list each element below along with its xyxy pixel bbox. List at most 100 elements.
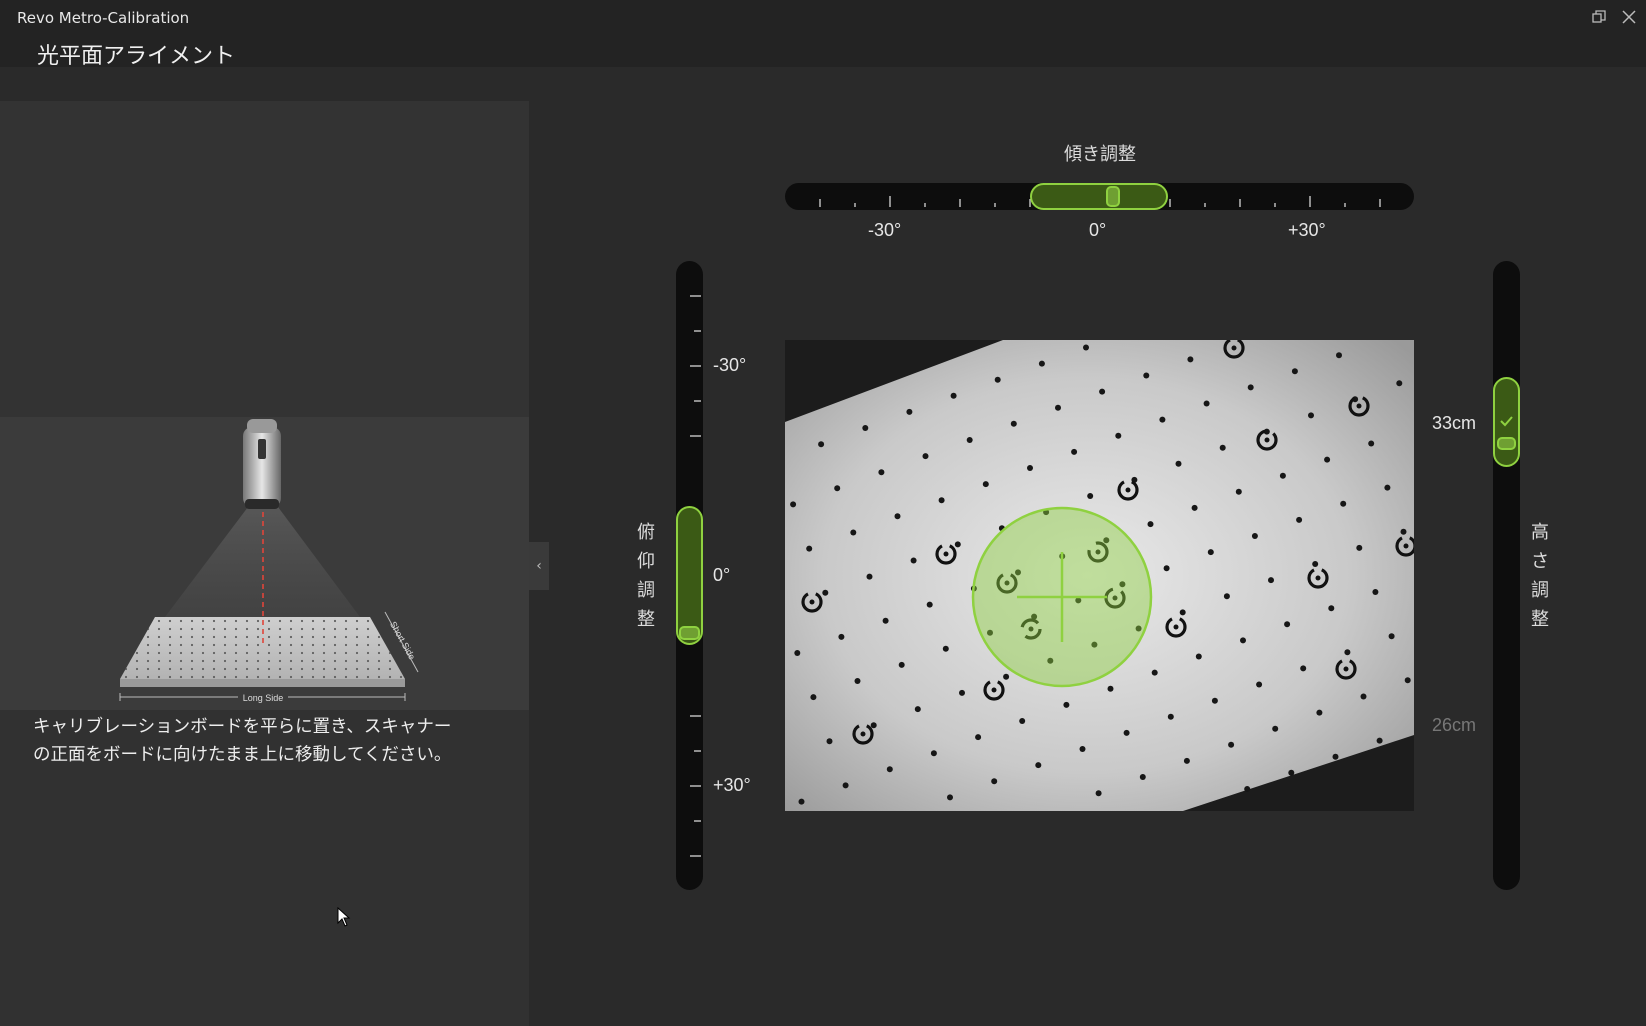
- calibration-dot: [1083, 344, 1089, 351]
- calibration-dot: [1191, 504, 1198, 511]
- calibration-dot: [1211, 697, 1218, 704]
- instruction-line-2: の正面をボードに向けたまま上に移動してください。: [33, 745, 452, 765]
- calibration-dot: [1376, 737, 1383, 744]
- calibration-dot: [1240, 637, 1246, 644]
- height-title: 高 さ 調 整: [1528, 518, 1552, 634]
- calibration-dot: [1159, 416, 1166, 423]
- calibration-dot: [991, 778, 998, 785]
- calibration-dot: [942, 645, 949, 652]
- calibration-dot: [994, 376, 1001, 383]
- left-panel-top: [0, 101, 529, 417]
- calibration-dot: [1384, 484, 1391, 491]
- calibration-dot: [1312, 561, 1319, 567]
- tilt-label-minus30: -30°: [868, 220, 902, 240]
- calibration-dot: [982, 481, 989, 488]
- calibration-dot: [1079, 746, 1086, 752]
- close-icon[interactable]: [1618, 8, 1640, 30]
- calibration-dot: [966, 437, 973, 443]
- calibration-dot: [838, 633, 845, 640]
- calibration-dot: [1143, 372, 1150, 379]
- height-slider-handle[interactable]: [1493, 377, 1520, 467]
- calibration-dot: [1195, 653, 1202, 660]
- calibration-dot: [1123, 729, 1130, 736]
- tilt-label-0: 0°: [1089, 220, 1107, 240]
- calibration-dot: [878, 469, 885, 476]
- calibration-dot: [1288, 769, 1295, 776]
- calibration-dot: [1268, 577, 1274, 584]
- calibration-dot: [950, 392, 957, 399]
- check-icon: [1500, 416, 1513, 427]
- restore-window-icon[interactable]: [1588, 8, 1610, 30]
- calibration-dot: [866, 573, 873, 580]
- calibration-dot: [898, 661, 905, 668]
- pitch-slider-handle[interactable]: [679, 625, 700, 640]
- calibration-dot: [1279, 472, 1286, 479]
- calibration-dot: [926, 601, 933, 608]
- calibration-dot: [810, 694, 817, 701]
- calibration-dot: [1219, 444, 1226, 451]
- calibration-dot: [822, 589, 829, 596]
- calibration-dot: [1071, 448, 1078, 455]
- calibration-dot: [1247, 384, 1254, 391]
- collapse-panel-button[interactable]: ‹: [529, 542, 549, 590]
- calibration-dot: [1163, 565, 1170, 572]
- tilt-track[interactable]: [785, 183, 1414, 210]
- pitch-track[interactable]: [676, 261, 703, 890]
- height-min-label: 26cm: [1432, 715, 1477, 735]
- height-title-char: 調: [1531, 580, 1549, 601]
- short-side-label: Short Side: [388, 620, 417, 662]
- calibration-dot: [862, 425, 869, 431]
- calibration-dot: [870, 722, 877, 729]
- calibration-dot: [1300, 665, 1307, 672]
- pitch-title: 俯 仰 調 整: [634, 518, 658, 634]
- calibration-dot: [826, 738, 833, 745]
- calibration-dot: [1019, 718, 1026, 724]
- pitch-label-0: 0°: [713, 565, 731, 585]
- calibration-dot: [1324, 456, 1331, 463]
- camera-preview: [785, 340, 1414, 811]
- pitch-target-zone: [676, 506, 703, 645]
- calibration-dot: [1251, 533, 1258, 539]
- calibration-dot: [798, 798, 805, 805]
- calibration-dot: [1115, 432, 1122, 439]
- calibration-dot: [1099, 388, 1106, 395]
- calibration-dot: [894, 513, 901, 520]
- calibration-dot: [886, 766, 893, 773]
- calibration-dot: [1175, 460, 1182, 467]
- calibration-dot: [1284, 621, 1291, 628]
- calibration-dot: [854, 678, 861, 684]
- title-bar: Revo Metro-Calibration 光平面アライメント: [0, 0, 1646, 69]
- calibration-dot: [1203, 400, 1210, 407]
- calibration-dot: [975, 734, 982, 741]
- height-track[interactable]: [1493, 261, 1520, 890]
- tilt-slider-handle[interactable]: [1106, 186, 1121, 207]
- long-side-label: Long Side: [243, 693, 284, 703]
- calibration-dot: [1003, 673, 1010, 680]
- calibration-dot: [1360, 693, 1367, 700]
- calibration-dot: [954, 541, 961, 548]
- calibration-dot: [914, 706, 921, 713]
- calibration-dot: [947, 794, 953, 801]
- pitch-title-char: 整: [637, 609, 655, 630]
- alignment-target: [971, 506, 1153, 688]
- calibration-dot: [1235, 488, 1242, 495]
- calibration-dot: [1063, 701, 1070, 708]
- instruction-text: キャリブレーションボードを平らに置き、スキャナー の正面をボードに向けたまま上に…: [33, 713, 513, 769]
- tilt-title: 傾き調整: [1064, 144, 1136, 165]
- calibration-dot: [1139, 774, 1146, 780]
- calibration-dot: [1035, 762, 1042, 769]
- calibration-dot: [1336, 352, 1342, 359]
- pitch-label-minus30: -30°: [713, 355, 747, 375]
- tilt-label-plus30: +30°: [1288, 220, 1326, 240]
- app-title: Revo Metro-Calibration: [17, 9, 190, 27]
- calibration-dot: [1396, 380, 1403, 387]
- calibration-dot: [1223, 593, 1230, 600]
- calibration-dot: [1151, 669, 1158, 676]
- calibration-dot: [1147, 521, 1154, 528]
- calibration-dot: [842, 782, 849, 789]
- instruction-line-1: キャリブレーションボードを平らに置き、スキャナー: [33, 717, 452, 737]
- height-handle-grip: [1497, 437, 1516, 450]
- calibration-dot: [794, 650, 801, 656]
- calibration-dot: [1087, 493, 1094, 499]
- tilt-target-zone: [1030, 183, 1168, 210]
